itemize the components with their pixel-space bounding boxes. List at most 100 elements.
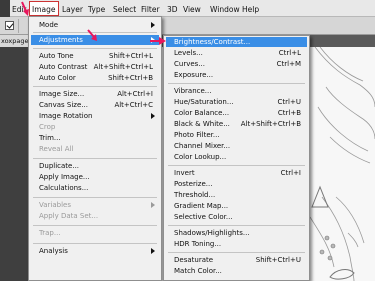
submenu-arrow-icon: [151, 37, 155, 43]
menu-edit[interactable]: Edit: [12, 4, 27, 15]
menu-item-auto-tone[interactable]: Auto Tone Shift+Ctrl+L: [31, 51, 159, 61]
menu-item-auto-contrast[interactable]: Auto Contrast Alt+Shift+Ctrl+L: [31, 62, 159, 72]
menu-item-trim[interactable]: Trim...: [31, 133, 159, 143]
menu-item-color-balance[interactable]: Color Balance... Ctrl+B: [166, 108, 307, 118]
menu-view[interactable]: View: [183, 4, 201, 15]
menu-layer[interactable]: Layer: [62, 4, 83, 15]
menu-separator: [168, 225, 305, 226]
menu-item-label: Duplicate...: [39, 162, 80, 170]
menu-item-label: Analysis: [39, 247, 68, 255]
menu-item-canvas-size[interactable]: Canvas Size... Alt+Ctrl+C: [31, 100, 159, 110]
menu-item-label: Threshold...: [174, 191, 216, 199]
menu-item-image-size[interactable]: Image Size... Alt+Ctrl+I: [31, 89, 159, 99]
menu-item-label: Gradient Map...: [174, 202, 229, 210]
menu-item-label: Shadows/Highlights...: [174, 229, 250, 237]
menu-item-label: Channel Mixer...: [174, 142, 231, 150]
menu-help[interactable]: Help: [242, 4, 259, 15]
menu-item-label: Image Rotation: [39, 112, 93, 120]
menu-item-levels[interactable]: Levels... Ctrl+L: [166, 48, 307, 58]
menu-item-label: Black & White...: [174, 120, 230, 128]
menu-item-exposure[interactable]: Exposure...: [166, 70, 307, 80]
menu-item-label: Auto Contrast: [39, 63, 88, 71]
options-divider: [18, 19, 19, 33]
menu-item-label: Mode: [39, 21, 59, 29]
menu-item-crop[interactable]: Crop: [31, 122, 159, 132]
menu-filter[interactable]: Filter: [141, 4, 160, 15]
menu-item-variables[interactable]: Variables: [31, 200, 159, 210]
checkbox-icon[interactable]: [5, 21, 14, 30]
menu-separator: [33, 197, 157, 198]
submenu-arrow-icon: [151, 202, 155, 208]
menu-item-label: HDR Toning...: [174, 240, 222, 248]
menu-item-vibrance[interactable]: Vibrance...: [166, 86, 307, 96]
menu-item-label: Vibrance...: [174, 87, 212, 95]
menu-item-label: Match Color...: [174, 267, 222, 275]
menu-item-adjustments[interactable]: Adjustments: [31, 35, 159, 45]
menu-item-label: Reveal All: [39, 145, 74, 153]
menu-item-trap[interactable]: Trap...: [31, 228, 159, 238]
menu-separator: [33, 86, 157, 87]
menu-3d[interactable]: 3D: [167, 4, 178, 15]
menu-item-shortcut: Ctrl+L: [278, 49, 301, 57]
menu-item-reveal-all[interactable]: Reveal All: [31, 144, 159, 154]
document-tab[interactable]: xoxpage: [0, 35, 30, 47]
menu-item-threshold[interactable]: Threshold...: [166, 190, 307, 200]
menu-item-label: Hue/Saturation...: [174, 98, 234, 106]
menu-separator: [33, 32, 157, 33]
menu-item-hdr-toning[interactable]: HDR Toning...: [166, 239, 307, 249]
menu-separator: [168, 83, 305, 84]
menu-window[interactable]: Window: [210, 4, 240, 15]
menu-item-channel-mixer[interactable]: Channel Mixer...: [166, 141, 307, 151]
menu-item-label: Crop: [39, 123, 56, 131]
menu-item-desaturate[interactable]: Desaturate Shift+Ctrl+U: [166, 255, 307, 265]
menu-bar: Edit Image Layer Type Select Filter 3D V…: [0, 0, 375, 17]
menu-item-label: Curves...: [174, 60, 205, 68]
menu-item-shortcut: Alt+Ctrl+I: [117, 90, 153, 98]
app-logo-icon: [0, 0, 10, 17]
menu-item-shadows-highlights[interactable]: Shadows/Highlights...: [166, 228, 307, 238]
menu-item-apply-image[interactable]: Apply Image...: [31, 172, 159, 182]
menu-item-calculations[interactable]: Calculations...: [31, 183, 159, 193]
menu-item-brightness-contrast[interactable]: Brightness/Contrast...: [166, 37, 307, 47]
menu-separator: [33, 243, 157, 244]
menu-item-shortcut: Alt+Shift+Ctrl+L: [93, 63, 153, 71]
menu-item-gradient-map[interactable]: Gradient Map...: [166, 201, 307, 211]
submenu-arrow-icon: [151, 248, 155, 254]
menu-item-curves[interactable]: Curves... Ctrl+M: [166, 59, 307, 69]
menu-item-duplicate[interactable]: Duplicate...: [31, 161, 159, 171]
menu-item-analysis[interactable]: Analysis: [31, 246, 159, 256]
menu-item-color-lookup[interactable]: Color Lookup...: [166, 152, 307, 162]
adjustments-submenu: Brightness/Contrast... Levels... Ctrl+L …: [163, 35, 310, 281]
menu-type[interactable]: Type: [88, 4, 105, 15]
menu-separator: [33, 158, 157, 159]
menu-item-shortcut: Ctrl+I: [280, 169, 301, 177]
menu-item-shortcut: Shift+Ctrl+B: [108, 74, 153, 82]
menu-item-match-color[interactable]: Match Color...: [166, 266, 307, 276]
menu-image[interactable]: Image: [29, 1, 59, 16]
menu-item-posterize[interactable]: Posterize...: [166, 179, 307, 189]
menu-item-label: Exposure...: [174, 71, 214, 79]
menu-item-label: Invert: [174, 169, 195, 177]
menu-item-invert[interactable]: Invert Ctrl+I: [166, 168, 307, 178]
menu-item-label: Posterize...: [174, 180, 213, 188]
menu-separator: [33, 48, 157, 49]
submenu-arrow-icon: [151, 22, 155, 28]
menu-item-image-rotation[interactable]: Image Rotation: [31, 111, 159, 121]
menu-item-selective-color[interactable]: Selective Color...: [166, 212, 307, 222]
submenu-arrow-icon: [151, 113, 155, 119]
menu-item-shortcut: Ctrl+B: [277, 109, 301, 117]
menu-select[interactable]: Select: [113, 4, 136, 15]
menu-item-apply-data-set[interactable]: Apply Data Set...: [31, 211, 159, 221]
menu-item-auto-color[interactable]: Auto Color Shift+Ctrl+B: [31, 73, 159, 83]
image-dropdown-menu: Mode Adjustments Auto Tone Shift+Ctrl+L …: [28, 16, 162, 281]
menu-item-photo-filter[interactable]: Photo Filter...: [166, 130, 307, 140]
menu-item-label: Image Size...: [39, 90, 85, 98]
menu-item-hue-saturation[interactable]: Hue/Saturation... Ctrl+U: [166, 97, 307, 107]
menu-item-mode[interactable]: Mode: [31, 20, 159, 30]
menu-item-label: Levels...: [174, 49, 203, 57]
menu-item-black-white[interactable]: Black & White... Alt+Shift+Ctrl+B: [166, 119, 307, 129]
menu-separator: [33, 225, 157, 226]
menu-item-label: Auto Tone: [39, 52, 74, 60]
menu-item-label: Selective Color...: [174, 213, 233, 221]
menu-item-label: Apply Image...: [39, 173, 90, 181]
